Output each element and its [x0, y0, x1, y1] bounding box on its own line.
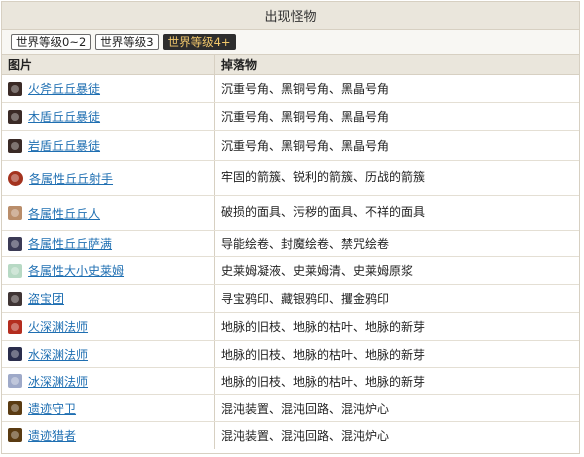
monster-link[interactable]: 火斧丘丘暴徒 [28, 80, 100, 97]
drops-text: 破损的面具、污秽的面具、不祥的面具 [221, 205, 426, 219]
monster-cell: 火斧丘丘暴徒 [2, 74, 215, 103]
monster-link[interactable]: 各属性丘丘射手 [29, 170, 113, 187]
table-row: 各属性大小史莱姆 史莱姆凝液、史莱姆清、史莱姆原浆 [2, 256, 579, 285]
hilichurl-icon[interactable] [8, 206, 22, 220]
drops-cell: 破损的面具、污秽的面具、不祥的面具 [214, 195, 579, 231]
monster-link[interactable]: 各属性丘丘人 [28, 205, 100, 222]
table-row: 各属性丘丘萨满 导能绘卷、封魔绘卷、禁咒绘卷 [2, 230, 579, 257]
drops-cell: 混沌装置、混沌回路、混沌炉心 [215, 422, 580, 449]
table-header-row: 图片 掉落物 [2, 55, 579, 75]
abyss-mage-cryo-icon[interactable] [8, 374, 22, 388]
monster-cell: 各属性丘丘人 [2, 195, 215, 231]
drops-text: 混沌装置、混沌回路、混沌炉心 [221, 428, 390, 443]
column-header-image: 图片 [2, 55, 215, 75]
monster-link[interactable]: 火深渊法师 [28, 318, 88, 335]
drops-cell: 地脉的旧枝、地脉的枯叶、地脉的新芽 [214, 312, 579, 341]
monster-cell: 水深渊法师 [2, 340, 215, 368]
panel-title: 出现怪物 [2, 2, 579, 30]
drops-cell: 导能绘卷、封魔绘卷、禁咒绘卷 [214, 230, 579, 257]
table-row: 各属性丘丘人 破损的面具、污秽的面具、不祥的面具 [2, 195, 579, 231]
monster-panel: 出现怪物 世界等级0~2 世界等级3 世界等级4+ 图片 掉落物 火斧丘丘暴徒沉… [1, 1, 580, 454]
table-row: 各属性丘丘射手 牢固的箭簇、锐利的箭簇、历战的箭簇 [2, 160, 579, 196]
drops-text: 沉重号角、黑铜号角、黑晶号角 [221, 82, 390, 96]
drops-text: 地脉的旧枝、地脉的枯叶、地脉的新芽 [221, 320, 426, 334]
drops-text: 史莱姆凝液、史莱姆清、史莱姆原浆 [221, 264, 414, 278]
ruin-hunter-icon[interactable] [8, 428, 22, 443]
table-row: 火斧丘丘暴徒 沉重号角、黑铜号角、黑晶号角 [2, 74, 579, 103]
drops-cell: 地脉的旧枝、地脉的枯叶、地脉的新芽 [214, 367, 579, 395]
hilichurl-mitachurl-icon[interactable] [8, 109, 22, 124]
abyss-mage-hydro-icon[interactable] [8, 347, 22, 361]
monster-link[interactable]: 岩盾丘丘暴徒 [28, 137, 100, 154]
drops-text: 牢固的箭簇、锐利的箭簇、历战的箭簇 [221, 170, 426, 184]
drops-cell: 牢固的箭簇、锐利的箭簇、历战的箭簇 [214, 160, 579, 196]
hilichurl-mitachurl-icon[interactable] [8, 138, 22, 153]
hilichurl-shooter-icon[interactable] [8, 170, 23, 186]
panel-title-text: 出现怪物 [264, 10, 317, 25]
monster-link[interactable]: 盗宝团 [28, 290, 64, 307]
column-header-drops: 掉落物 [214, 55, 579, 75]
monster-cell: 岩盾丘丘暴徒 [2, 130, 215, 161]
monster-cell: 盗宝团 [2, 284, 215, 313]
table-row: 遗迹猎者 混沌装置、混沌回路、混沌炉心 [2, 421, 580, 449]
monster-link[interactable]: 遗迹猎者 [28, 427, 76, 444]
monster-link[interactable]: 木盾丘丘暴徒 [28, 108, 100, 125]
monster-link[interactable]: 遗迹守卫 [28, 400, 76, 417]
drops-cell: 寻宝鸦印、藏银鸦印、攫金鸦印 [214, 284, 579, 313]
monster-link[interactable]: 各属性丘丘萨满 [28, 235, 112, 252]
drops-cell: 混沌装置、混沌回路、混沌炉心 [214, 394, 579, 422]
world-level-tabs: 世界等级0~2 世界等级3 世界等级4+ [2, 30, 579, 55]
drops-text: 导能绘卷、封魔绘卷、禁咒绘卷 [221, 237, 390, 251]
drops-text: 地脉的旧枝、地脉的枯叶、地脉的新芽 [221, 374, 426, 389]
abyss-mage-pyro-icon[interactable] [8, 319, 22, 334]
drops-cell: 史莱姆凝液、史莱姆清、史莱姆原浆 [214, 256, 579, 285]
drops-text: 混沌装置、混沌回路、混沌炉心 [221, 401, 390, 416]
monster-cell: 木盾丘丘暴徒 [2, 102, 215, 131]
tab-world-level-4-plus[interactable]: 世界等级4+ [162, 34, 236, 50]
hilichurl-mitachurl-icon[interactable] [8, 81, 22, 96]
monster-cell: 遗迹猎者 [2, 421, 215, 449]
table-row: 火深渊法师 地脉的旧枝、地脉的枯叶、地脉的新芽 [2, 312, 579, 341]
slime-icon[interactable] [8, 263, 22, 278]
drops-cell: 地脉的旧枝、地脉的枯叶、地脉的新芽 [214, 340, 579, 368]
monster-table: 图片 掉落物 火斧丘丘暴徒 沉重号角、黑铜号角、黑晶号角 木盾丘丘暴徒 沉重号角、黑铜… [2, 55, 579, 449]
table-row: 盗宝团 寻宝鸦印、藏银鸦印、攫金鸦印 [2, 284, 579, 313]
table-row: 木盾丘丘暴徒 沉重号角、黑铜号角、黑晶号角 [2, 102, 579, 131]
tab-world-level-3[interactable]: 世界等级3 [95, 34, 159, 50]
drops-text: 寻宝鸦印、藏银鸦印、攫金鸦印 [221, 292, 390, 306]
monster-link[interactable]: 冰深渊法师 [28, 373, 88, 390]
table-row: 遗迹守卫 混沌装置、混沌回路、混沌炉心 [2, 394, 579, 422]
table-row: 岩盾丘丘暴徒 沉重号角、黑铜号角、黑晶号角 [2, 130, 579, 161]
drops-text: 地脉的旧枝、地脉的枯叶、地脉的新芽 [221, 347, 426, 362]
treasure-hoarder-icon[interactable] [8, 291, 22, 306]
monster-cell: 各属性大小史莱姆 [2, 256, 215, 285]
samachurl-icon[interactable] [8, 236, 22, 251]
drops-cell: 沉重号角、黑铜号角、黑晶号角 [214, 102, 579, 131]
drops-cell: 沉重号角、黑铜号角、黑晶号角 [214, 74, 579, 103]
drops-text: 沉重号角、黑铜号角、黑晶号角 [221, 110, 390, 124]
monster-cell: 遗迹守卫 [2, 394, 215, 422]
monster-cell: 各属性丘丘射手 [2, 160, 215, 196]
monster-link[interactable]: 水深渊法师 [28, 346, 88, 363]
ruin-guard-icon[interactable] [8, 401, 22, 415]
drops-cell: 沉重号角、黑铜号角、黑晶号角 [214, 130, 579, 161]
monster-link[interactable]: 各属性大小史莱姆 [28, 262, 124, 279]
drops-text: 沉重号角、黑铜号角、黑晶号角 [221, 139, 390, 153]
monster-cell: 冰深渊法师 [2, 367, 215, 395]
table-row: 冰深渊法师 地脉的旧枝、地脉的枯叶、地脉的新芽 [2, 367, 579, 395]
monster-cell: 各属性丘丘萨满 [2, 230, 215, 257]
table-row: 水深渊法师 地脉的旧枝、地脉的枯叶、地脉的新芽 [2, 340, 579, 368]
monster-cell: 火深渊法师 [2, 312, 215, 341]
tab-world-level-0-2[interactable]: 世界等级0~2 [11, 34, 92, 50]
